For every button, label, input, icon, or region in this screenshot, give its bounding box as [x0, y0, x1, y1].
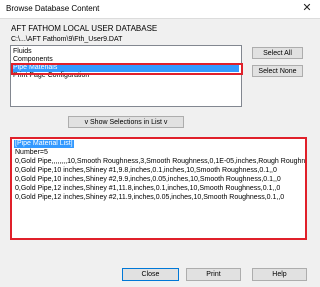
close-button[interactable]: Close: [122, 268, 179, 281]
output-line: 0,Gold Pipe,,,,,,,,10,Smooth Roughness,3…: [15, 158, 307, 165]
output-line: 0,Gold Pipe,10 inches,Shiney #2,9.9,inch…: [15, 176, 281, 183]
output-line: 0,Gold Pipe,10 inches,Shiney #1,9.8,inch…: [15, 167, 277, 174]
category-item-pipe-materials[interactable]: Pipe Materials: [12, 64, 239, 72]
show-selections-button[interactable]: v Show Selections in List v: [68, 116, 184, 128]
category-item-print-page-configuration[interactable]: Print Page Configuration: [13, 72, 89, 80]
database-path: C:\...\AFT Fathom\9\Fth_User9.DAT: [11, 36, 123, 43]
browse-database-dialog: Browse Database Content ✕ AFT FATHOM LOC…: [0, 0, 320, 287]
database-title: AFT FATHOM LOCAL USER DATABASE: [11, 24, 158, 33]
title-bar: Browse Database Content ✕: [0, 0, 320, 19]
window-title: Browse Database Content: [6, 4, 100, 13]
category-item-components[interactable]: Components: [13, 56, 53, 64]
category-item-fluids[interactable]: Fluids: [13, 48, 32, 56]
print-button[interactable]: Print: [186, 268, 241, 281]
help-button[interactable]: Help: [252, 268, 307, 281]
select-all-button[interactable]: Select All: [252, 47, 303, 59]
output-line: 0,Gold Pipe,12 inches,Shiney #2,11.9,inc…: [15, 194, 285, 201]
category-listbox[interactable]: Fluids Components Pipe Materials Print P…: [10, 45, 242, 107]
output-line: [Pipe Material List]: [14, 140, 74, 148]
select-none-button[interactable]: Select None: [252, 65, 303, 77]
close-icon[interactable]: ✕: [299, 1, 315, 17]
output-line: 0,Gold Pipe,12 inches,Shiney #1,11.8,inc…: [15, 185, 281, 192]
output-line: Number=5: [15, 149, 48, 156]
output-textbox[interactable]: [Pipe Material List] Number=5 0,Gold Pip…: [10, 137, 307, 240]
